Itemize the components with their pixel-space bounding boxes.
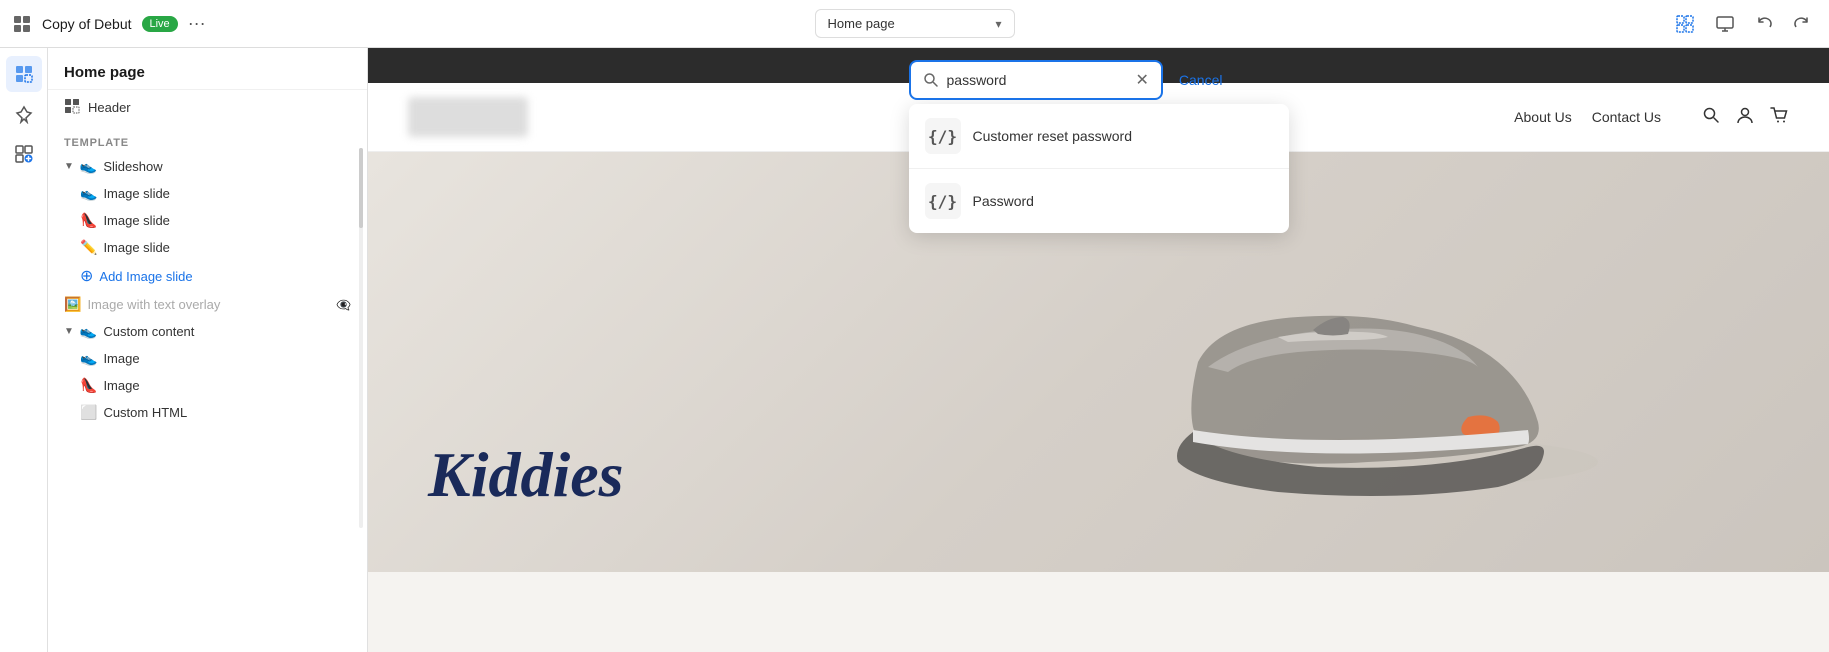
- search-input-wrapper: ✕: [909, 60, 1163, 100]
- search-result-customer-reset-password[interactable]: {/} Customer reset password: [909, 104, 1289, 168]
- select-tool-icon[interactable]: [1669, 8, 1701, 40]
- hero-text: Kiddies: [428, 438, 624, 512]
- sidebar-icons: [0, 48, 48, 652]
- header-section-label: Header: [88, 100, 131, 115]
- store-name: Copy of Debut: [42, 16, 132, 32]
- image-slide-3-label: Image slide: [103, 240, 169, 255]
- panel-content: Header TEMPLATE ▼ 👟 Slideshow 👟 Image sl…: [48, 90, 367, 652]
- redo-button[interactable]: [1785, 8, 1817, 40]
- top-bar-left: Copy of Debut Live ···: [12, 13, 607, 34]
- image-text-overlay-icon: 🖼️: [64, 296, 81, 313]
- left-panel-header: Home page: [48, 48, 367, 90]
- template-label: TEMPLATE: [48, 125, 367, 153]
- undo-button[interactable]: [1749, 8, 1781, 40]
- contact-us-link[interactable]: Contact Us: [1592, 109, 1661, 125]
- sidebar-sections-icon[interactable]: [6, 56, 42, 92]
- search-clear-button[interactable]: ✕: [1136, 70, 1149, 90]
- page-selector[interactable]: Home page ▾: [815, 9, 1015, 38]
- tree-item-image-slide-3[interactable]: ✏️ Image slide: [80, 234, 367, 261]
- result-icon-2: {/}: [925, 183, 961, 219]
- nav-search-icon[interactable]: [1701, 105, 1721, 130]
- page-selector-label: Home page: [828, 16, 988, 31]
- image-slide-1-label: Image slide: [103, 186, 169, 201]
- sidebar-pin-icon[interactable]: [6, 96, 42, 132]
- result-label-1: Customer reset password: [973, 128, 1133, 144]
- top-bar-center: Home page ▾: [617, 9, 1212, 38]
- scrollbar-track: [359, 148, 363, 528]
- custom-html-label: Custom HTML: [103, 405, 187, 420]
- custom-image-1-icon: 👟: [80, 350, 97, 367]
- header-section-item[interactable]: Header: [48, 90, 367, 125]
- tree-item-image-slide-1[interactable]: 👟 Image slide: [80, 180, 367, 207]
- about-us-link[interactable]: About Us: [1514, 109, 1572, 125]
- monitor-icon[interactable]: [1709, 8, 1741, 40]
- add-image-slide-icon: ⊕: [80, 266, 93, 286]
- image-slide-2-icon: 👠: [80, 212, 97, 229]
- live-badge: Live: [142, 16, 178, 32]
- tree-item-slideshow[interactable]: ▼ 👟 Slideshow: [48, 153, 367, 180]
- custom-html-icon: ⬜: [80, 404, 97, 421]
- site-nav-links: About Us Contact Us: [1514, 109, 1661, 125]
- custom-content-label: Custom content: [103, 324, 194, 339]
- more-button[interactable]: ···: [188, 13, 206, 34]
- slideshow-icon: 👟: [80, 158, 97, 175]
- search-result-password[interactable]: {/} Password: [909, 168, 1289, 233]
- slideshow-children: 👟 Image slide 👠 Image slide ✏️ Image sli…: [48, 180, 367, 291]
- result-icon-1: {/}: [925, 118, 961, 154]
- left-panel-title: Home page: [64, 64, 351, 81]
- site-nav-icons: [1701, 105, 1789, 130]
- search-cancel-button[interactable]: Cancel: [1179, 72, 1223, 88]
- search-dropdown: {/} Customer reset password {/} Password: [909, 104, 1289, 233]
- undo-redo-controls: [1749, 8, 1817, 40]
- result-label-2: Password: [973, 193, 1034, 209]
- tree-item-image-slide-2[interactable]: 👠 Image slide: [80, 207, 367, 234]
- sidebar-add-section-icon[interactable]: [6, 136, 42, 172]
- image-text-overlay-label: Image with text overlay: [87, 297, 220, 312]
- search-row: ✕ Cancel: [909, 60, 1289, 100]
- header-section-icon: [64, 98, 80, 117]
- image-slide-2-label: Image slide: [103, 213, 169, 228]
- store-icon[interactable]: [12, 14, 32, 34]
- scrollbar-thumb: [359, 148, 363, 228]
- ghost-icon: 👁️‍🗨️: [336, 298, 351, 312]
- nav-cart-icon[interactable]: [1769, 105, 1789, 130]
- tree-item-custom-image-2[interactable]: 👠 Image: [80, 372, 367, 399]
- search-bar-container: ✕ Cancel {/} Customer reset password {/}…: [909, 60, 1289, 233]
- custom-content-children: 👟 Image 👠 Image ⬜ Custom HTML: [48, 345, 367, 426]
- chevron-down-icon: ▾: [995, 17, 1001, 31]
- search-icon: [923, 72, 939, 88]
- custom-content-chevron-icon: ▼: [64, 326, 74, 337]
- custom-image-1-label: Image: [103, 351, 139, 366]
- tree-item-custom-html[interactable]: ⬜ Custom HTML: [80, 399, 367, 426]
- custom-image-2-label: Image: [103, 378, 139, 393]
- top-bar-right: [1222, 8, 1817, 40]
- slideshow-label: Slideshow: [103, 159, 162, 174]
- slideshow-chevron-icon: ▼: [64, 161, 74, 172]
- main-layout: Home page Header TEMPLATE ▼ 👟: [0, 48, 1829, 652]
- search-input[interactable]: [947, 72, 1128, 88]
- tree-item-custom-image-1[interactable]: 👟 Image: [80, 345, 367, 372]
- custom-content-icon: 👟: [80, 323, 97, 340]
- top-bar: Copy of Debut Live ··· Home page ▾: [0, 0, 1829, 48]
- preview-area: your first 5 orders About Us Contact Us: [368, 48, 1829, 652]
- nav-user-icon[interactable]: [1735, 105, 1755, 130]
- custom-image-2-icon: 👠: [80, 377, 97, 394]
- tree-item-add-image-slide[interactable]: ⊕ Add Image slide: [80, 261, 367, 291]
- left-panel: Home page Header TEMPLATE ▼ 👟: [48, 48, 368, 652]
- site-logo: [408, 97, 528, 137]
- add-image-slide-label: Add Image slide: [99, 269, 192, 284]
- tree-item-custom-content[interactable]: ▼ 👟 Custom content: [48, 318, 367, 345]
- image-slide-1-icon: 👟: [80, 185, 97, 202]
- tree-item-image-text-overlay[interactable]: 🖼️ Image with text overlay 👁️‍🗨️: [48, 291, 367, 318]
- image-slide-3-icon: ✏️: [80, 239, 97, 256]
